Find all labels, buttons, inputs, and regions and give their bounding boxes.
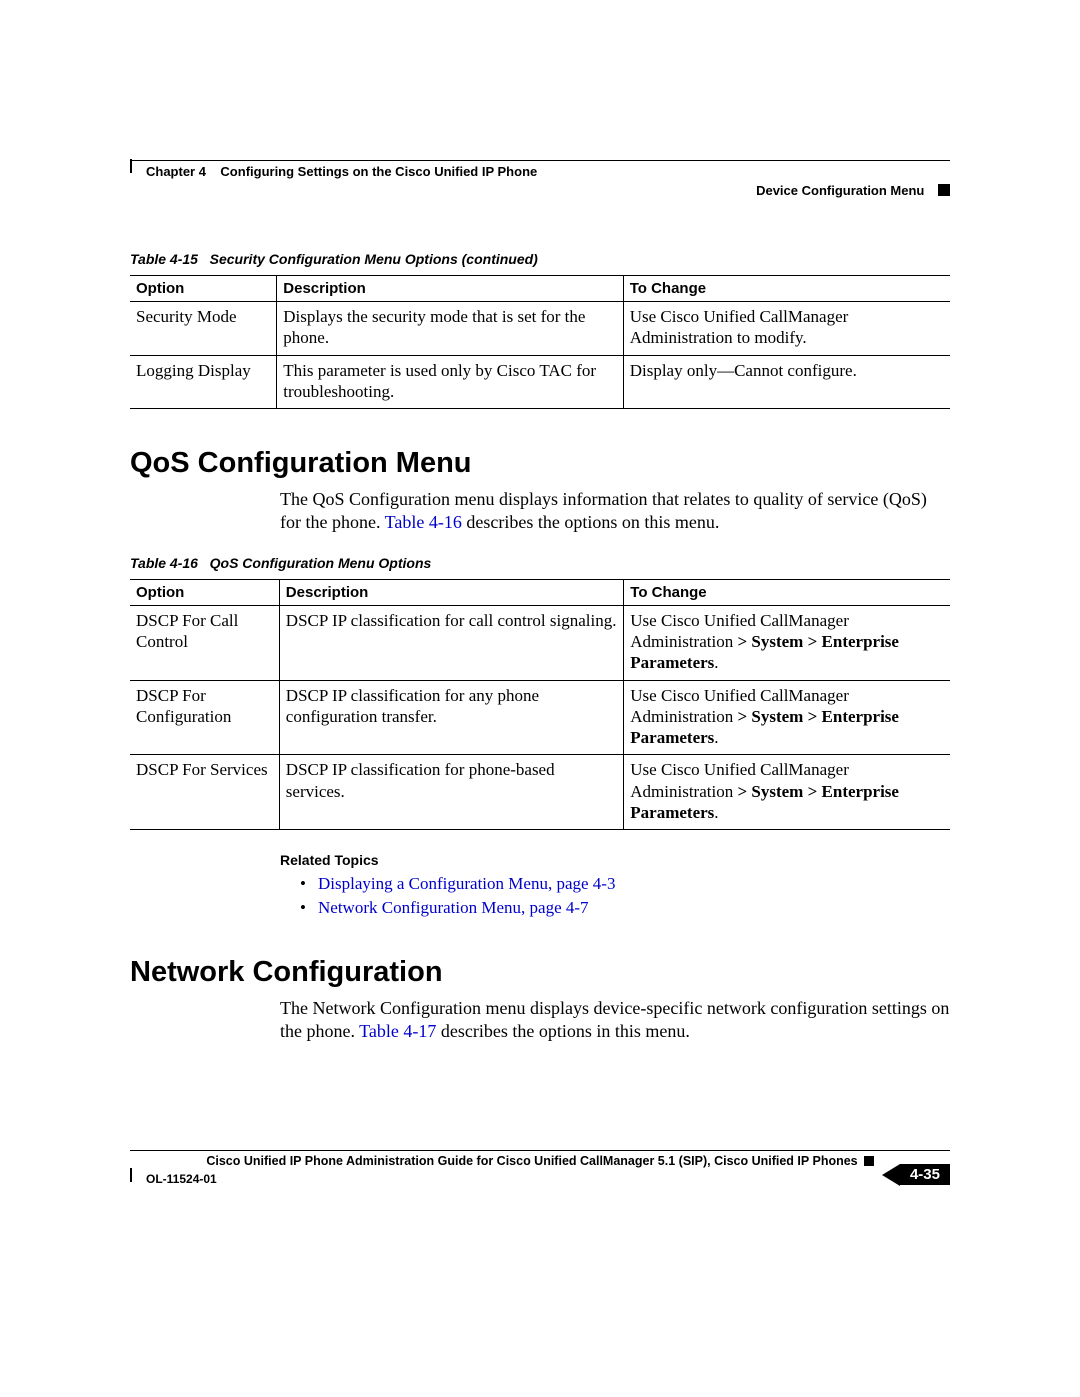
cell-description: This parameter is used only by Cisco TAC… xyxy=(277,355,623,409)
caption-text: QoS Configuration Menu Options xyxy=(210,555,432,571)
table-15: Option Description To Change Security Mo… xyxy=(130,275,950,409)
page-footer: Cisco Unified IP Phone Administration Gu… xyxy=(130,1150,950,1168)
square-icon xyxy=(864,1156,874,1166)
table-row: DSCP For Call Control DSCP IP classifica… xyxy=(130,605,950,680)
table-16: Option Description To Change DSCP For Ca… xyxy=(130,579,950,830)
header-section-text: Device Configuration Menu xyxy=(756,183,924,198)
footer-rule xyxy=(130,1150,950,1151)
related-topics-list: Displaying a Configuration Menu, page 4-… xyxy=(300,874,950,918)
related-link[interactable]: Displaying a Configuration Menu, page 4-… xyxy=(318,874,615,893)
header-chapter: Chapter 4 Configuring Settings on the Ci… xyxy=(146,164,537,179)
table-16-caption: Table 4-16 QoS Configuration Menu Option… xyxy=(130,555,950,571)
cell-option: Security Mode xyxy=(130,302,277,356)
related-topics-heading: Related Topics xyxy=(280,852,950,868)
table-15-caption: Table 4-15 Security Configuration Menu O… xyxy=(130,251,950,267)
table-link[interactable]: Table 4-16 xyxy=(385,512,462,532)
cell-to-change: Use Cisco Unified CallManager Administra… xyxy=(624,605,950,680)
chapter-label: Chapter 4 xyxy=(146,164,206,179)
table-row: Logging Display This parameter is used o… xyxy=(130,355,950,409)
cell-option: DSCP For Call Control xyxy=(130,605,279,680)
cell-description: Displays the security mode that is set f… xyxy=(277,302,623,356)
col-header: To Change xyxy=(623,276,950,302)
col-header: To Change xyxy=(624,579,950,605)
caption-text: Security Configuration Menu Options (con… xyxy=(210,251,538,267)
cell-option: DSCP For Configuration xyxy=(130,680,279,755)
header-tick-icon xyxy=(130,159,132,173)
footer-doc-id: OL-11524-01 xyxy=(146,1172,217,1186)
qos-body: The QoS Configuration menu displays info… xyxy=(280,488,950,535)
cell-option: DSCP For Services xyxy=(130,755,279,830)
col-header: Description xyxy=(277,276,623,302)
cell-description: DSCP IP classification for phone-based s… xyxy=(279,755,623,830)
table-link[interactable]: Table 4-17 xyxy=(359,1021,436,1041)
header-rule: Chapter 4 Configuring Settings on the Ci… xyxy=(130,160,950,161)
cell-to-change: Use Cisco Unified CallManager Administra… xyxy=(623,302,950,356)
caption-prefix: Table 4-15 xyxy=(130,251,198,267)
table-row: DSCP For Configuration DSCP IP classific… xyxy=(130,680,950,755)
body-text-post: describes the options in this menu. xyxy=(436,1021,689,1041)
cell-description: DSCP IP classification for any phone con… xyxy=(279,680,623,755)
cell-to-change: Display only—Cannot configure. xyxy=(623,355,950,409)
cell-description: DSCP IP classification for call control … xyxy=(279,605,623,680)
col-header: Option xyxy=(130,579,279,605)
footer-tick-icon xyxy=(130,1168,132,1182)
table-row: Security Mode Displays the security mode… xyxy=(130,302,950,356)
related-link[interactable]: Network Configuration Menu, page 4-7 xyxy=(318,898,589,917)
list-item: Network Configuration Menu, page 4-7 xyxy=(300,898,950,918)
page-number: 4-35 xyxy=(900,1164,950,1185)
qos-heading: QoS Configuration Menu xyxy=(130,447,950,480)
body-text-post: describes the options on this menu. xyxy=(462,512,719,532)
col-header: Option xyxy=(130,276,277,302)
network-body: The Network Configuration menu displays … xyxy=(280,997,950,1044)
table-row: DSCP For Services DSCP IP classification… xyxy=(130,755,950,830)
col-header: Description xyxy=(279,579,623,605)
cell-option: Logging Display xyxy=(130,355,277,409)
network-heading: Network Configuration xyxy=(130,956,950,989)
header-section: Device Configuration Menu xyxy=(756,183,950,198)
caption-prefix: Table 4-16 xyxy=(130,555,198,571)
footer-book-title: Cisco Unified IP Phone Administration Gu… xyxy=(130,1154,950,1168)
cell-to-change: Use Cisco Unified CallManager Administra… xyxy=(624,755,950,830)
chapter-title: Configuring Settings on the Cisco Unifie… xyxy=(220,164,537,179)
list-item: Displaying a Configuration Menu, page 4-… xyxy=(300,874,950,894)
square-icon xyxy=(938,184,950,196)
cell-to-change: Use Cisco Unified CallManager Administra… xyxy=(624,680,950,755)
